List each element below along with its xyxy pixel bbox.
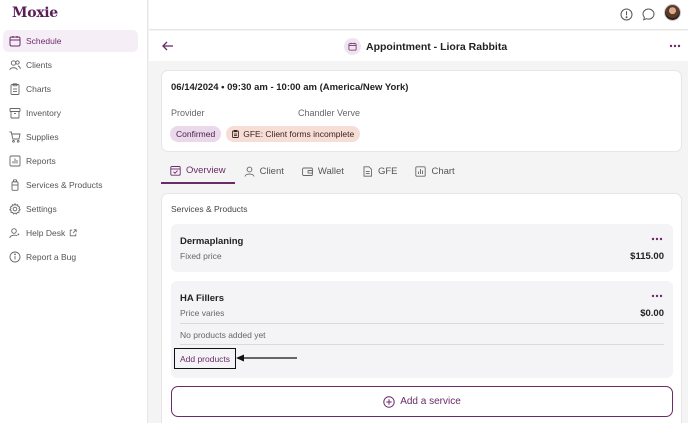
tab-label: Chart bbox=[431, 166, 455, 177]
chat-icon[interactable] bbox=[642, 8, 655, 21]
sidebar-item-services-products[interactable]: Services & Products bbox=[3, 174, 138, 196]
bottle-icon bbox=[11, 179, 19, 191]
sidebar-item-label: Help Desk bbox=[26, 228, 66, 238]
gfe-badge[interactable]: GFE: Client forms incomplete bbox=[226, 126, 361, 142]
user-help-icon bbox=[9, 228, 20, 239]
sidebar-item-label: Clients bbox=[26, 60, 52, 70]
divider bbox=[180, 323, 664, 324]
sidebar-item-reports[interactable]: Reports bbox=[3, 150, 138, 172]
provider-label: Provider bbox=[171, 108, 205, 118]
cart-icon bbox=[9, 131, 21, 143]
add-service-label: Add a service bbox=[400, 396, 461, 407]
add-products-button[interactable]: Add products bbox=[174, 348, 236, 369]
tab-chart[interactable]: Chart bbox=[406, 159, 463, 184]
tab-label: Client bbox=[259, 166, 284, 177]
sidebar-item-charts[interactable]: Charts bbox=[3, 78, 138, 100]
page-title: Appointment - Liora Rabbita bbox=[344, 38, 507, 55]
service-pricing-type: Price varies bbox=[180, 308, 225, 318]
sidebar-item-inventory[interactable]: Inventory bbox=[3, 102, 138, 124]
sidebar-item-clients[interactable]: Clients bbox=[3, 54, 138, 76]
clipboard-icon bbox=[10, 83, 20, 95]
chart-icon bbox=[9, 155, 21, 167]
gfe-badge-label: GFE: Client forms incomplete bbox=[243, 129, 355, 139]
back-arrow-icon[interactable] bbox=[161, 39, 175, 53]
appointment-title: Appointment - Liora Rabbita bbox=[366, 40, 508, 53]
service-price: $0.00 bbox=[640, 308, 664, 319]
sidebar-item-report-bug[interactable]: Report a Bug bbox=[3, 246, 138, 268]
more-options-icon[interactable] bbox=[651, 294, 663, 298]
tab-wallet[interactable]: Wallet bbox=[293, 159, 353, 184]
sidebar-nav: Schedule Clients Charts Inventory Suppli… bbox=[3, 30, 138, 270]
moxie-logo[interactable]: Moxie bbox=[12, 5, 58, 21]
info-icon bbox=[9, 251, 21, 263]
sidebar: Moxie Schedule Clients Charts Inventory … bbox=[0, 0, 148, 423]
more-options-icon[interactable] bbox=[669, 44, 681, 48]
tab-label: Wallet bbox=[317, 166, 344, 177]
sidebar-item-label: Reports bbox=[26, 156, 56, 166]
provider-name: Chandler Verve bbox=[298, 108, 361, 118]
user-icon bbox=[244, 166, 255, 177]
service-name: Dermaplaning bbox=[180, 236, 244, 247]
tab-overview[interactable]: Overview bbox=[161, 159, 235, 184]
appointment-datetime: 06/14/2024 • 09:30 am - 10:00 am (Americ… bbox=[171, 82, 409, 93]
status-badges: Confirmed GFE: Client forms incomplete bbox=[170, 126, 361, 142]
avatar[interactable] bbox=[664, 4, 681, 21]
plus-circle-icon bbox=[383, 395, 395, 408]
service-price: $115.00 bbox=[630, 251, 664, 262]
gear-icon bbox=[9, 203, 21, 215]
section-title: Services & Products bbox=[171, 204, 248, 214]
external-link-icon bbox=[70, 229, 77, 237]
sidebar-item-schedule[interactable]: Schedule bbox=[3, 30, 138, 52]
service-name: HA Fillers bbox=[180, 293, 224, 304]
status-badge: Confirmed bbox=[170, 126, 222, 142]
clipboard-icon bbox=[232, 130, 240, 138]
divider bbox=[180, 344, 664, 345]
archive-icon bbox=[9, 108, 21, 119]
tab-gfe[interactable]: GFE bbox=[353, 159, 407, 184]
sidebar-item-label: Charts bbox=[26, 84, 52, 94]
document-icon bbox=[363, 166, 372, 177]
appointment-header: Appointment - Liora Rabbita bbox=[149, 31, 688, 61]
annotation-arrow-icon bbox=[236, 354, 297, 362]
sidebar-item-label: Inventory bbox=[26, 108, 61, 118]
info-icon[interactable] bbox=[620, 8, 633, 21]
chart-icon bbox=[415, 166, 427, 177]
tab-client[interactable]: Client bbox=[235, 159, 293, 184]
calendar-check-icon bbox=[170, 166, 181, 176]
sidebar-item-label: Services & Products bbox=[26, 180, 103, 190]
sidebar-item-supplies[interactable]: Supplies bbox=[3, 126, 138, 148]
services-products-card: Services & Products Dermaplaning Fixed p… bbox=[161, 193, 682, 423]
topbar bbox=[149, 0, 688, 30]
service-pricing-type: Fixed price bbox=[180, 251, 222, 261]
sidebar-item-label: Schedule bbox=[26, 36, 62, 46]
add-service-button[interactable]: Add a service bbox=[171, 386, 673, 417]
service-item: Dermaplaning Fixed price $115.00 bbox=[171, 224, 673, 272]
sidebar-item-label: Report a Bug bbox=[26, 252, 77, 262]
appointment-info-card: 06/14/2024 • 09:30 am - 10:00 am (Americ… bbox=[161, 70, 682, 152]
more-options-icon[interactable] bbox=[651, 237, 663, 241]
no-products-text: No products added yet bbox=[180, 330, 266, 340]
wallet-icon bbox=[302, 167, 313, 176]
appointment-tabs: Overview Client Wallet GFE Chart bbox=[161, 159, 464, 184]
sidebar-item-label: Supplies bbox=[26, 132, 59, 142]
sidebar-item-label: Settings bbox=[26, 204, 57, 214]
tab-label: Overview bbox=[186, 165, 226, 176]
sidebar-item-help-desk[interactable]: Help Desk bbox=[3, 222, 138, 244]
tab-label: GFE bbox=[377, 166, 398, 177]
calendar-icon bbox=[9, 36, 21, 47]
sidebar-item-settings[interactable]: Settings bbox=[3, 198, 138, 220]
calendar-icon bbox=[344, 38, 361, 55]
users-icon bbox=[9, 60, 21, 71]
service-item: HA Fillers Price varies $0.00 No product… bbox=[171, 281, 673, 378]
